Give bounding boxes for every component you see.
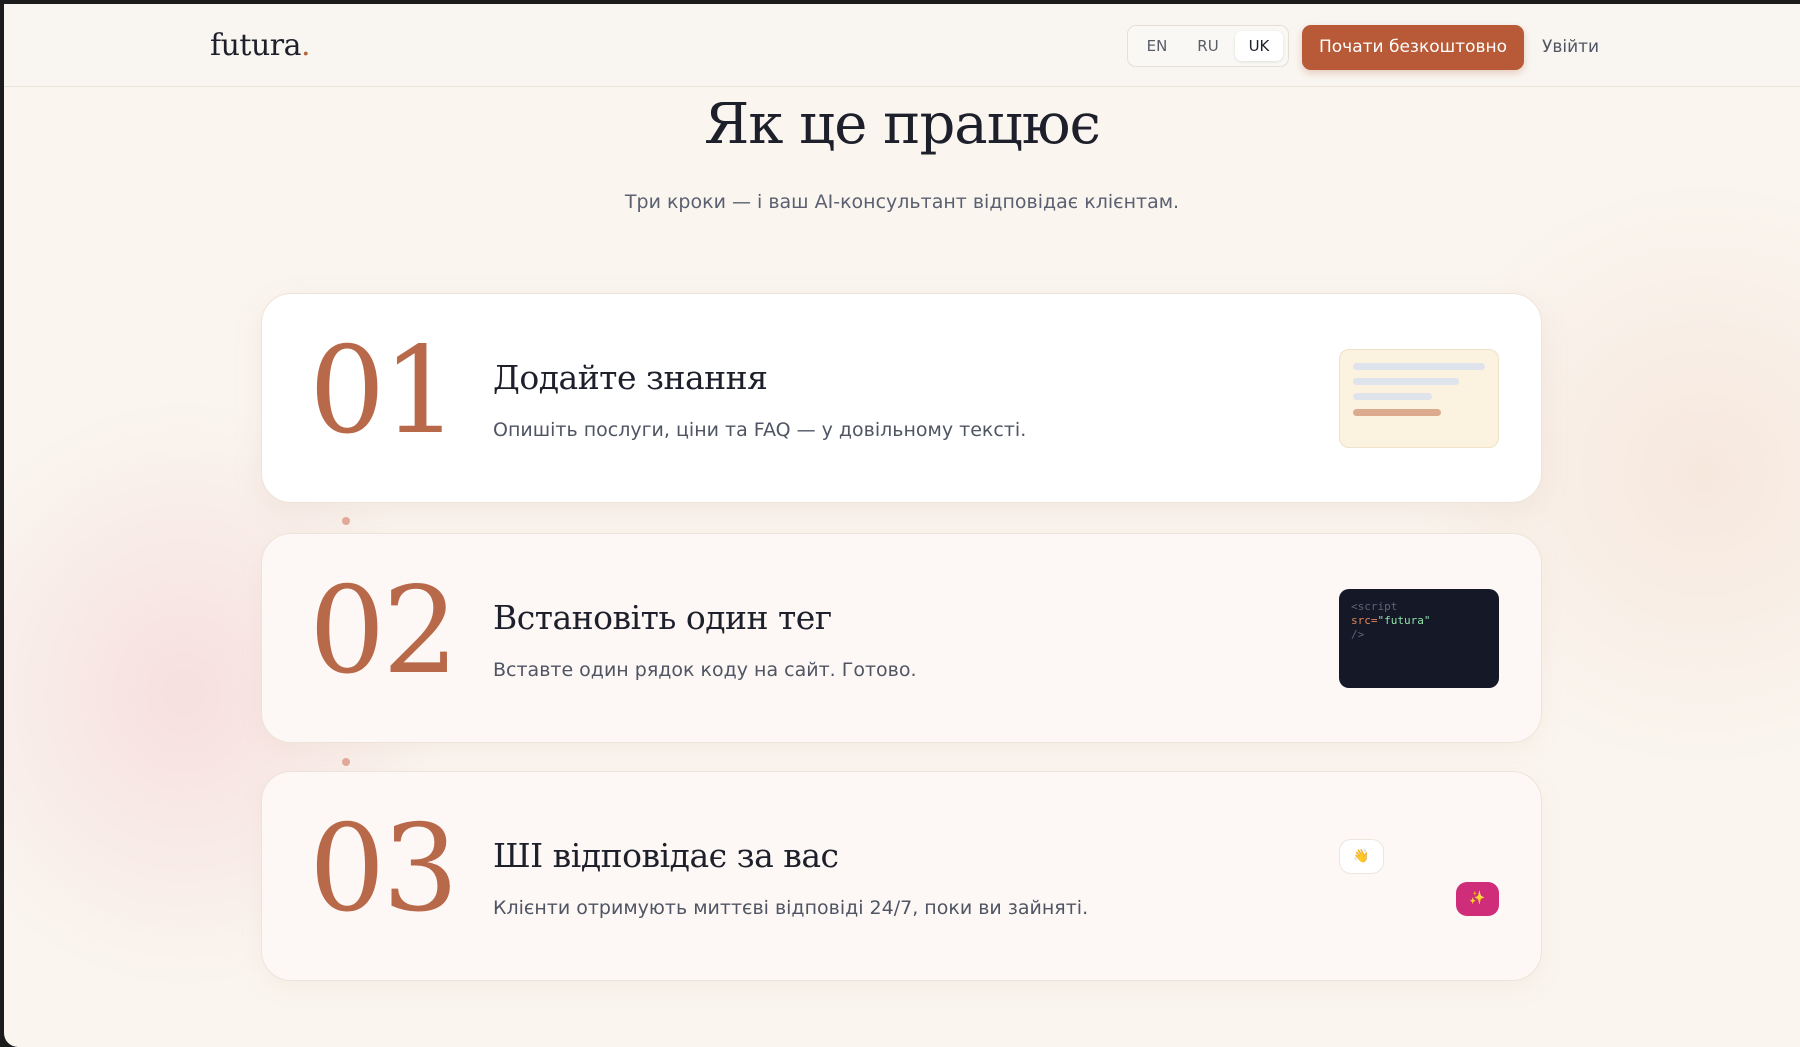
step-connector-dot: [342, 517, 350, 525]
logo-text: futura: [210, 28, 302, 63]
document-illustration: [1339, 349, 1499, 448]
document-line: [1353, 393, 1432, 400]
step-description: Опишіть послуги, ціни та FAQ — у довільн…: [493, 419, 1027, 441]
document-line: [1353, 378, 1459, 385]
step-number: 03: [309, 800, 459, 939]
step-number: 02: [309, 562, 459, 701]
top-navigation: futura. EN RU UK Почати безкоштовно Увій…: [4, 4, 1800, 87]
step-description: Клієнти отримують миттєві відповіді 24/7…: [493, 897, 1089, 919]
lang-option-uk[interactable]: UK: [1235, 31, 1283, 61]
code-snippet-illustration: <script src="futura" />: [1339, 589, 1499, 688]
step-connector-dot: [342, 758, 350, 766]
logo[interactable]: futura.: [210, 28, 311, 63]
code-line: <script: [1351, 600, 1398, 613]
lang-option-en[interactable]: EN: [1133, 31, 1181, 61]
step-card-2: 02 Встановіть один тег Вставте один рядо…: [261, 533, 1542, 743]
code-string: "futura": [1377, 614, 1431, 627]
login-link[interactable]: Увійти: [1542, 37, 1599, 57]
language-switcher: EN RU UK: [1127, 25, 1289, 67]
browser-viewport: futura. EN RU UK Почати безкоштовно Увій…: [4, 4, 1800, 1047]
wave-hand-icon: 👋: [1339, 839, 1384, 874]
document-line: [1353, 363, 1485, 370]
step-description: Вставте один рядок коду на сайт. Готово.: [493, 659, 917, 681]
document-line-accent: [1353, 409, 1441, 416]
logo-dot: .: [301, 28, 311, 63]
sparkle-icon: ✨: [1456, 882, 1499, 916]
step-title: Додайте знання: [493, 358, 768, 397]
step-title: Встановіть один тег: [493, 598, 832, 637]
section-title: Як це працює: [704, 92, 1101, 157]
step-card-1: 01 Додайте знання Опишіть послуги, ціни …: [261, 293, 1542, 503]
step-card-3: 03 ШІ відповідає за вас Клієнти отримуют…: [261, 771, 1542, 981]
code-line: src="futura": [1351, 614, 1487, 628]
start-free-button[interactable]: Почати безкоштовно: [1302, 25, 1524, 70]
code-line: />: [1351, 628, 1365, 641]
lang-option-ru[interactable]: RU: [1184, 31, 1232, 61]
code-attribute: src=: [1351, 614, 1378, 627]
step-number: 01: [309, 322, 459, 461]
step-title: ШІ відповідає за вас: [493, 836, 839, 875]
section-subtitle: Три кроки — і ваш AI-консультант відпові…: [624, 191, 1180, 213]
